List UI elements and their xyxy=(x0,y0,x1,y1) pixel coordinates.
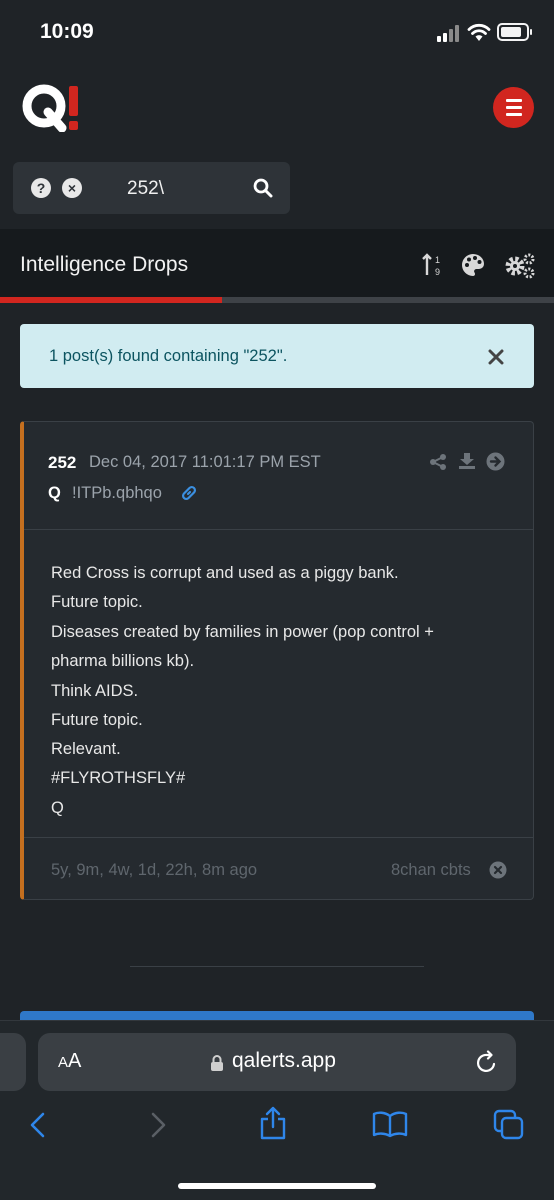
post-header: 252 Dec 04, 2017 11:01:17 PM EST Q !ITPb… xyxy=(24,422,534,530)
post-age: 5y, 9m, 4w, 1d, 22h, 8m ago xyxy=(51,861,258,879)
q-logo[interactable] xyxy=(20,82,84,133)
search-input[interactable]: 252\ xyxy=(127,178,164,200)
wifi-icon xyxy=(467,23,491,41)
post-number[interactable]: 252 xyxy=(48,453,76,473)
svg-text:1: 1 xyxy=(435,255,440,265)
search-icon[interactable] xyxy=(253,178,273,198)
url-text[interactable]: qalerts.app xyxy=(232,1049,336,1073)
go-to-post-icon[interactable] xyxy=(486,452,505,471)
post-body-line: Future topic. xyxy=(51,711,143,729)
alert-message: 1 post(s) found containing "252". xyxy=(49,347,288,365)
progress-fill xyxy=(0,297,222,303)
search-result-alert: 1 post(s) found containing "252". xyxy=(20,324,534,388)
tabs-icon[interactable] xyxy=(493,1109,525,1141)
home-indicator xyxy=(178,1183,376,1189)
text-size-label-big: A xyxy=(68,1050,82,1072)
close-alert-icon[interactable] xyxy=(488,349,504,365)
download-icon[interactable] xyxy=(458,452,476,470)
battery-icon xyxy=(497,23,532,41)
post-card: 252 Dec 04, 2017 11:01:17 PM EST Q !ITPb… xyxy=(20,421,534,900)
post-body-line: pharma billions kb). xyxy=(51,652,195,670)
post-author: Q xyxy=(48,484,61,502)
post-date: Dec 04, 2017 11:01:17 PM EST xyxy=(89,453,321,471)
share-sheet-icon[interactable] xyxy=(258,1106,288,1140)
source-close-icon[interactable] xyxy=(489,861,507,879)
post-body-line: Think AIDS. xyxy=(51,682,139,700)
cellular-signal-icon xyxy=(437,24,463,42)
bookmarks-icon[interactable] xyxy=(372,1110,408,1138)
palette-icon[interactable] xyxy=(461,253,485,277)
post-body-line: Relevant. xyxy=(51,740,121,758)
text-size-button[interactable]: AA xyxy=(58,1050,81,1073)
search-bar[interactable]: ? × 252\ xyxy=(13,162,290,214)
section-divider xyxy=(130,966,424,967)
post-body-line: #FLYROTHSFLY# xyxy=(51,769,186,787)
svg-text:9: 9 xyxy=(435,267,440,277)
title-bar: Intelligence Drops 1 9 xyxy=(0,229,554,297)
settings-gears-icon[interactable] xyxy=(504,251,536,279)
post-body: Red Cross is corrupt and used as a piggy… xyxy=(24,530,534,838)
menu-button[interactable] xyxy=(493,87,534,128)
hamburger-icon xyxy=(505,97,522,118)
forward-icon[interactable] xyxy=(148,1111,168,1139)
help-icon[interactable]: ? xyxy=(31,178,51,198)
text-size-label-small: A xyxy=(58,1054,69,1071)
reload-icon[interactable] xyxy=(476,1050,498,1074)
share-icon[interactable] xyxy=(429,453,447,471)
q-logo-mark xyxy=(22,84,78,133)
post-body-line: Future topic. xyxy=(51,593,143,611)
post-body-line: Q xyxy=(51,799,64,817)
post-body-line: Red Cross is corrupt and used as a piggy… xyxy=(51,564,399,582)
status-bar: 10:09 xyxy=(0,0,554,64)
post-source: 8chan cbts xyxy=(391,861,471,879)
page-title: Intelligence Drops xyxy=(20,253,189,276)
sort-icon[interactable]: 1 9 xyxy=(422,253,444,277)
progress-track xyxy=(0,297,554,303)
clear-search-icon[interactable]: × xyxy=(62,178,82,198)
status-time: 10:09 xyxy=(40,20,94,43)
previous-tab-preview[interactable] xyxy=(0,1033,26,1091)
link-icon[interactable] xyxy=(180,484,198,502)
post-body-line: Diseases created by families in power (p… xyxy=(51,623,434,641)
lock-icon xyxy=(211,1055,223,1071)
back-icon[interactable] xyxy=(28,1111,48,1139)
post-tripcode: !ITPb.qbhqo xyxy=(72,484,162,502)
